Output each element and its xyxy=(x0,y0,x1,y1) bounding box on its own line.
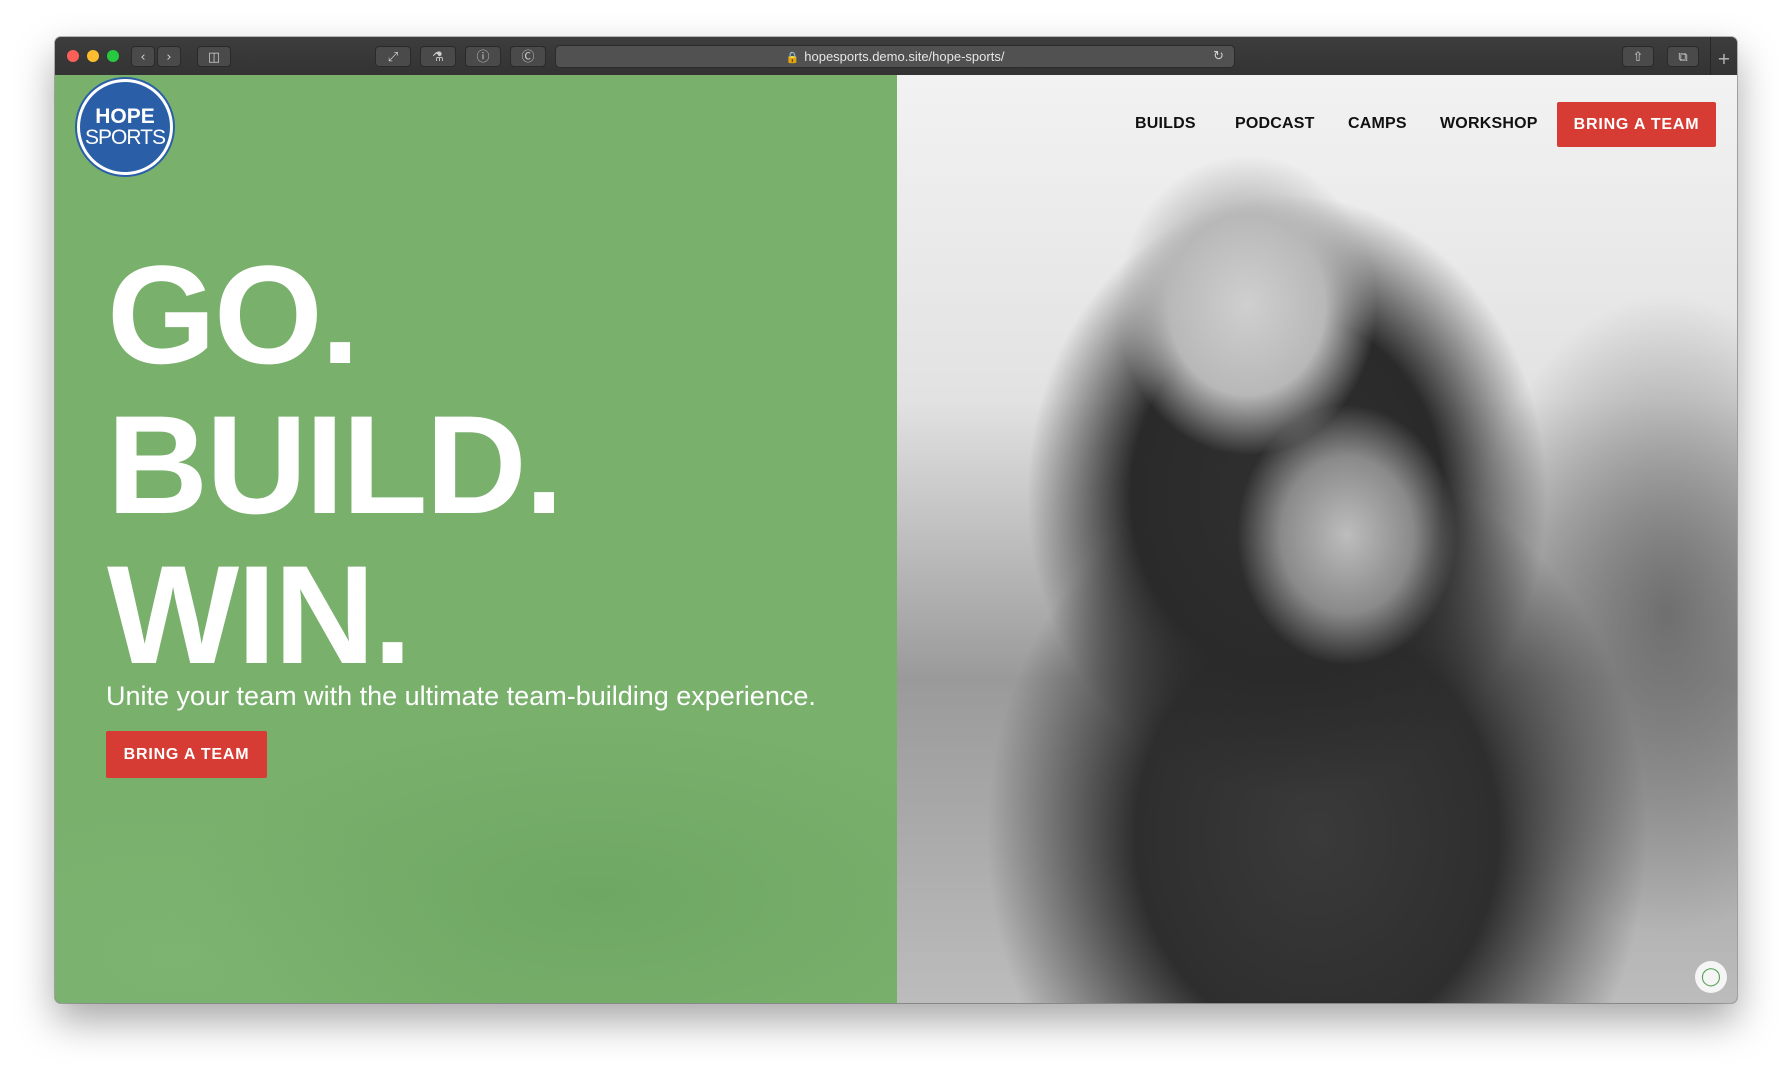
headline-line-1: GO. xyxy=(107,236,360,393)
extension-button-4[interactable]: Ⓒ xyxy=(510,46,546,67)
fullscreen-icon: ⤢ xyxy=(387,50,399,65)
sidebar-icon: ◫ xyxy=(207,50,221,65)
chevron-left-icon: ‹ xyxy=(140,50,146,65)
browser-toolbar: ‹ › ◫ ⤢ ⚗ ⓘ Ⓒ 🔒 hopesports.demo.site/hope… xyxy=(55,37,1737,76)
chevron-right-icon: › xyxy=(166,50,172,65)
nav-link-workshop[interactable]: WORKSHOP xyxy=(1440,102,1538,146)
plus-icon: + xyxy=(1717,49,1731,68)
logo-line1: HOPE xyxy=(95,105,155,128)
close-window-button[interactable] xyxy=(67,50,79,62)
shield-icon[interactable]: ◯ xyxy=(1695,961,1727,993)
headline-line-2: BUILD. xyxy=(107,386,564,543)
nav-link-podcast[interactable]: PODCAST xyxy=(1235,102,1315,146)
grammar-icon: Ⓒ xyxy=(521,50,535,65)
tabs-icon: ⧉ xyxy=(1678,50,1688,65)
hero-bring-a-team-button[interactable]: BRING A TEAM xyxy=(106,731,267,778)
minimize-window-button[interactable] xyxy=(87,50,99,62)
extension-button-3[interactable]: ⓘ xyxy=(465,46,501,67)
lock-icon: 🔒 xyxy=(785,52,800,64)
address-bar[interactable]: 🔒 hopesports.demo.site/hope-sports/ ↻ xyxy=(555,45,1235,68)
hero-subtitle: Unite your team with the ultimate team-b… xyxy=(106,681,816,711)
browser-window: ‹ › ◫ ⤢ ⚗ ⓘ Ⓒ 🔒 hopesports.demo.site/hope… xyxy=(55,37,1737,1003)
info-icon: ⓘ xyxy=(476,50,490,65)
hope-sports-logo[interactable]: HOPE SPORTS xyxy=(77,79,173,175)
nav-bring-a-team-button[interactable]: BRING A TEAM xyxy=(1557,102,1716,147)
reload-icon[interactable]: ↻ xyxy=(1213,46,1224,67)
logo-line2: SPORTS xyxy=(85,126,166,149)
zoom-window-button[interactable] xyxy=(107,50,119,62)
forward-button[interactable]: › xyxy=(157,46,181,67)
new-tab-button[interactable]: + xyxy=(1710,37,1737,75)
nav-link-builds[interactable]: BUILDS xyxy=(1135,102,1196,146)
tabs-button[interactable]: ⧉ xyxy=(1667,46,1699,67)
web-page: HOPE SPORTS BUILDS PODCAST CAMPS WORKSHO… xyxy=(55,75,1737,1003)
share-icon: ⇧ xyxy=(1632,50,1644,65)
back-button[interactable]: ‹ xyxy=(131,46,155,67)
share-button[interactable]: ⇧ xyxy=(1622,46,1654,67)
address-url: hopesports.demo.site/hope-sports/ xyxy=(804,49,1005,64)
nav-link-camps[interactable]: CAMPS xyxy=(1348,102,1407,146)
hero-photo xyxy=(897,75,1737,1003)
extension-button-2[interactable]: ⚗ xyxy=(420,46,456,67)
sidebar-button[interactable]: ◫ xyxy=(197,46,231,67)
figure-icon: ⚗ xyxy=(432,50,444,65)
headline-line-3: WIN. xyxy=(107,536,412,693)
extension-button-1[interactable]: ⤢ xyxy=(375,46,411,67)
